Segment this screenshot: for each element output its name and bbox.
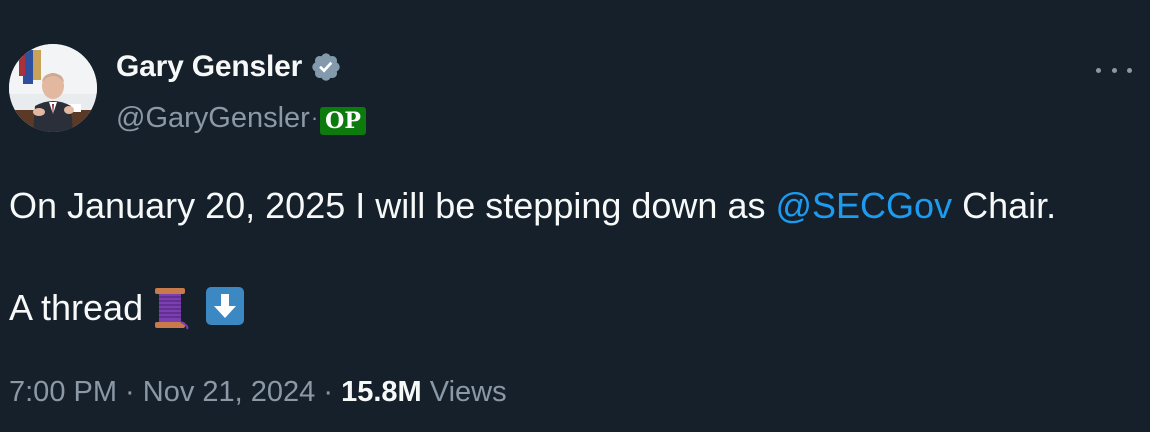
more-dot	[1111, 67, 1117, 73]
tweet-text-line-1: On January 20, 2025 I will be stepping d…	[9, 180, 1056, 232]
more-options-icon[interactable]	[1096, 60, 1132, 80]
meta-separator: ·	[315, 376, 342, 408]
tweet-time[interactable]: 7:00 PM	[9, 376, 117, 408]
author-display-name[interactable]: Gary Gensler	[116, 50, 302, 84]
author-name-row: Gary Gensler	[116, 47, 342, 87]
author-handle[interactable]: @GaryGensler	[116, 102, 310, 135]
tweet-text-thread: A thread	[9, 287, 144, 328]
tweet-text-line-2: A thread	[9, 282, 245, 334]
tweet-date[interactable]: Nov 21, 2024	[143, 376, 316, 408]
tweet-text-after-mention: Chair.	[952, 185, 1057, 226]
tweet-card: Gary Gensler @GaryGensler · OP On Januar…	[0, 0, 1150, 432]
mention-link[interactable]: @SECGov	[775, 185, 952, 226]
down-arrow-emoji-icon	[205, 286, 245, 330]
verified-badge-icon[interactable]	[310, 51, 342, 83]
spool-of-thread-emoji-icon	[151, 286, 191, 330]
views-count: 15.8M	[341, 376, 422, 408]
handle-separator: ·	[310, 105, 319, 130]
tweet-text-before-mention: On January 20, 2025 I will be stepping d…	[9, 185, 776, 226]
tweet-metadata: 7:00 PM · Nov 21, 2024 · 15.8M Views	[9, 370, 507, 414]
op-badge: OP	[320, 107, 366, 135]
author-avatar[interactable]	[9, 44, 97, 132]
more-dot	[1127, 67, 1132, 73]
more-dot	[1096, 67, 1101, 73]
profile-photo-icon	[9, 44, 97, 132]
meta-separator: ·	[117, 376, 143, 408]
author-handle-row: @GaryGensler · OP	[116, 98, 366, 138]
views-label: Views	[421, 376, 507, 408]
